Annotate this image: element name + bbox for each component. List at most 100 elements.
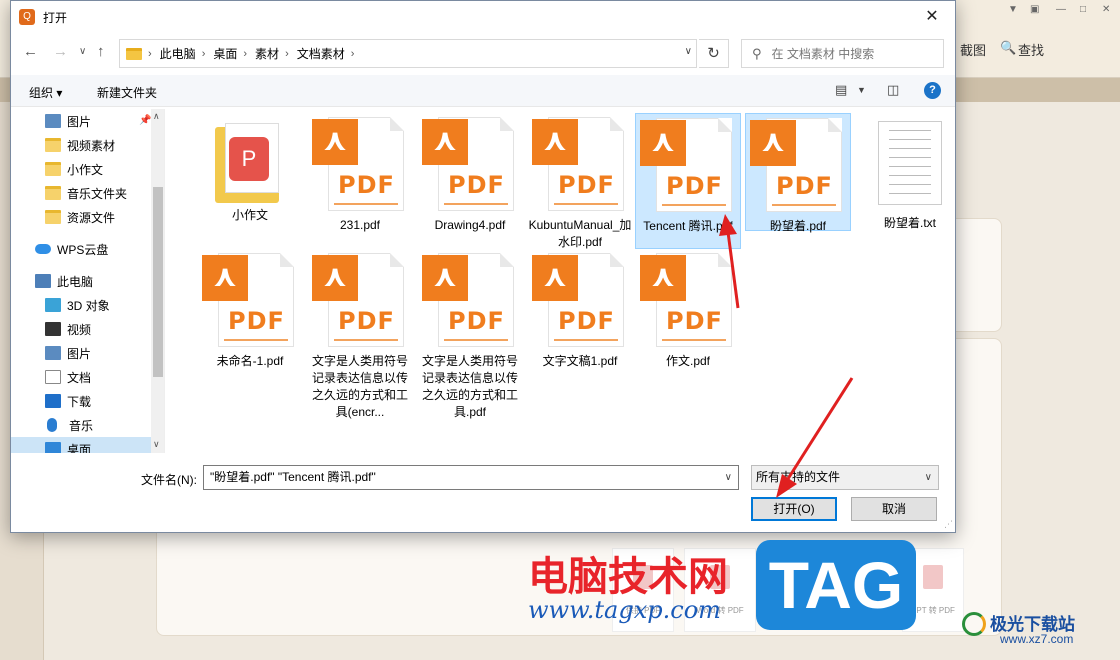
- file-item[interactable]: ⋏ PDF 作文.pdf: [635, 249, 741, 370]
- search-input[interactable]: ⚲ 在 文档素材 中搜索: [741, 39, 944, 68]
- wps-app-icon: Q: [19, 9, 35, 25]
- search-icon: ⚲: [752, 45, 762, 61]
- skin-icon[interactable]: ▣: [1030, 4, 1039, 15]
- filetype-select[interactable]: 所有支持的文件 ∨: [751, 465, 939, 490]
- pictures-icon: [45, 346, 61, 360]
- nav-item-documents[interactable]: 文档: [11, 365, 151, 389]
- file-item[interactable]: ⋏ PDF Drawing4.pdf: [417, 113, 523, 234]
- navigation-pane: 图片 📌 视频素材 小作文 音乐文件夹 资源文件 WPS云盘 此电脑 3D 对象…: [11, 109, 165, 453]
- maximize-icon[interactable]: □: [1080, 4, 1086, 15]
- cancel-button[interactable]: 取消: [851, 497, 937, 521]
- recent-dropdown-icon[interactable]: ∨: [79, 46, 86, 57]
- pictures-icon: [45, 114, 61, 128]
- watermark-cn-text: 电脑技术网: [528, 553, 728, 600]
- file-name: 文字是人类用符号记录表达信息以传之久远的方式和工具.pdf: [421, 354, 518, 419]
- nav-item-music[interactable]: 音乐: [11, 413, 151, 437]
- back-arrow-icon[interactable]: ←: [23, 43, 38, 60]
- chevron-down-icon[interactable]: ∨: [925, 466, 932, 489]
- file-item-selected[interactable]: ⋏ PDF Tencent 腾讯.pdf: [635, 113, 741, 249]
- file-item[interactable]: ⋏ PDF 文字是人类用符号记录表达信息以传之久远的方式和工具.pdf: [417, 249, 523, 421]
- file-name: KubuntuManual_加水印.pdf: [528, 218, 632, 249]
- minimize-icon[interactable]: —: [1056, 4, 1066, 15]
- file-name: 文字文稿1.pdf: [542, 354, 618, 368]
- preview-pane-icon[interactable]: ◫: [887, 82, 899, 98]
- watermark-site-url: www.xz7.com: [1000, 632, 1074, 646]
- file-item[interactable]: ⋏ PDF 231.pdf: [307, 113, 413, 234]
- nav-item-music-folder[interactable]: 音乐文件夹: [11, 181, 151, 205]
- nav-scrollbar-thumb[interactable]: [153, 187, 163, 377]
- file-name: Tencent 腾讯.pdf: [643, 219, 733, 233]
- pdf-file-icon: ⋏ PDF: [532, 253, 628, 349]
- organize-button[interactable]: 组织 ▾: [29, 84, 62, 101]
- view-options-icon[interactable]: ▤: [835, 82, 847, 98]
- nav-item-pictures-pinned[interactable]: 图片: [11, 109, 151, 133]
- resize-grip-icon[interactable]: ⋰: [944, 519, 953, 530]
- watermark-url: www.tagxp.com: [528, 596, 721, 624]
- chevron-down-icon[interactable]: ∨: [685, 46, 692, 57]
- pdf-file-icon: ⋏ PDF: [532, 117, 628, 213]
- site-logo-icon: [962, 612, 986, 636]
- nav-item-3d-objects[interactable]: 3D 对象: [11, 293, 151, 317]
- scroll-down-icon[interactable]: ∨: [153, 439, 160, 450]
- refresh-icon[interactable]: ↻: [699, 39, 729, 68]
- breadcrumb-materials[interactable]: 素材: [255, 45, 279, 62]
- screenshot-tool[interactable]: 截图: [960, 40, 986, 59]
- search-tool-icon[interactable]: 🔍: [1000, 40, 1016, 56]
- breadcrumb-this-pc[interactable]: 此电脑: [160, 45, 196, 62]
- nav-item-resource-files[interactable]: 资源文件: [11, 205, 151, 229]
- file-name: 小作文: [231, 208, 268, 222]
- text-file-icon: [878, 121, 942, 205]
- search-tool[interactable]: 查找: [1018, 40, 1044, 59]
- videos-icon: [45, 322, 61, 336]
- file-name: 盼望着.txt: [883, 216, 936, 230]
- file-item[interactable]: ⋏ PDF 文字文稿1.pdf: [527, 249, 633, 370]
- nav-item-videos[interactable]: 视频: [11, 317, 151, 341]
- watermark-tag-logo: TAG: [756, 540, 916, 630]
- view-dropdown-icon[interactable]: ▼: [857, 85, 866, 95]
- filename-value: "盼望着.pdf" "Tencent 腾讯.pdf": [210, 470, 376, 484]
- command-bar: 组织 ▾ 新建文件夹 ▤ ▼ ◫ ?: [11, 75, 955, 107]
- chevron-right-icon: ›: [148, 47, 152, 60]
- file-item-selected[interactable]: ⋏ PDF 盼望着.pdf: [745, 113, 851, 233]
- filename-input[interactable]: "盼望着.pdf" "Tencent 腾讯.pdf" ∨: [203, 465, 739, 490]
- file-name: 未命名-1.pdf: [216, 354, 284, 368]
- file-item-folder[interactable]: P 小作文: [197, 113, 303, 224]
- new-folder-button[interactable]: 新建文件夹: [97, 84, 157, 101]
- breadcrumb-doc-materials[interactable]: 文档素材: [297, 45, 345, 62]
- nav-item-wps-cloud[interactable]: WPS云盘: [11, 237, 151, 261]
- nav-item-pictures[interactable]: 图片: [11, 341, 151, 365]
- forward-arrow-icon[interactable]: →: [53, 43, 68, 60]
- up-arrow-icon[interactable]: ↑: [97, 43, 105, 60]
- close-icon[interactable]: ✕: [909, 1, 955, 33]
- nav-item-small-essay[interactable]: 小作文: [11, 157, 151, 181]
- pdf-file-icon: ⋏ PDF: [422, 117, 518, 213]
- folder-icon: [126, 47, 142, 60]
- open-button[interactable]: 打开(O): [751, 497, 837, 521]
- folder-icon: [45, 138, 61, 152]
- breadcrumb-desktop[interactable]: 桌面: [213, 45, 237, 62]
- open-file-dialog: Q 打开 ✕ ← → ∨ ↑ › 此电脑 › 桌面 › 素材 › 文档素材 › …: [10, 0, 956, 533]
- file-item[interactable]: ⋏ PDF KubuntuManual_加水印.pdf: [527, 113, 633, 251]
- scroll-up-icon[interactable]: ∧: [153, 111, 160, 122]
- downloads-icon: [45, 394, 61, 408]
- file-item[interactable]: ⋏ PDF 未命名-1.pdf: [197, 249, 303, 370]
- address-bar[interactable]: › 此电脑 › 桌面 › 素材 › 文档素材 › ∨: [119, 39, 697, 68]
- file-name: 盼望着.pdf: [769, 219, 827, 233]
- help-icon[interactable]: ?: [924, 82, 941, 99]
- desktop-icon: [45, 442, 61, 453]
- file-item[interactable]: 盼望着.txt: [857, 113, 963, 232]
- nav-item-downloads[interactable]: 下载: [11, 389, 151, 413]
- pdf-file-icon: ⋏ PDF: [640, 118, 736, 214]
- filename-label: 文件名(N):: [141, 473, 197, 487]
- file-name: 231.pdf: [339, 218, 381, 232]
- nav-item-video-materials[interactable]: 视频素材: [11, 133, 151, 157]
- filetype-value: 所有支持的文件: [756, 470, 841, 484]
- close-app-icon[interactable]: ✕: [1102, 4, 1110, 15]
- chevron-right-icon: ›: [201, 47, 206, 60]
- folder-icon: [45, 210, 61, 224]
- chevron-down-icon[interactable]: ∨: [725, 466, 732, 489]
- file-item[interactable]: ⋏ PDF 文字是人类用符号记录表达信息以传之久远的方式和工具(encr...: [307, 249, 413, 421]
- nav-item-desktop[interactable]: 桌面: [11, 437, 151, 453]
- nav-item-this-pc[interactable]: 此电脑: [11, 269, 151, 293]
- menu-icon[interactable]: ▼: [1008, 4, 1018, 15]
